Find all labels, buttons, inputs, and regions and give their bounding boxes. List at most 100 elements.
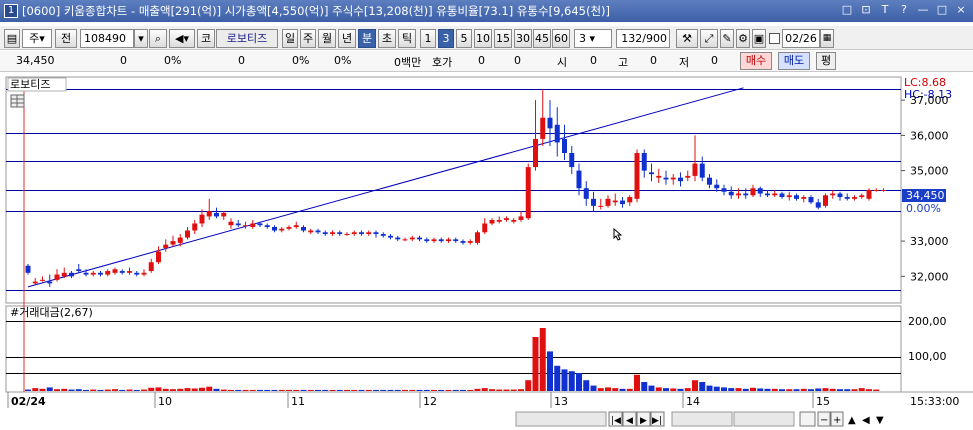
interval-select[interactable]: 3 ▾: [574, 29, 612, 48]
zoom-track[interactable]: [671, 411, 733, 427]
chart-area[interactable]: 로보티즈 #거래대금(2,67) LC:8.68 HC:-8.13 37,000…: [0, 73, 973, 430]
period-month[interactable]: 월: [318, 29, 336, 48]
interval-5[interactable]: 5: [456, 29, 472, 48]
prev-button[interactable]: 전: [55, 29, 77, 48]
interval-3[interactable]: 3: [438, 29, 454, 48]
volume-bar: [54, 389, 60, 391]
date-input[interactable]: 02/26: [782, 29, 820, 48]
period-year[interactable]: 년: [338, 29, 356, 48]
minimize-icon[interactable]: —: [915, 3, 931, 18]
volume-bar: [684, 388, 691, 391]
maximize-icon[interactable]: □: [934, 3, 950, 18]
volume-bar: [431, 389, 437, 391]
candle-body: [576, 170, 582, 189]
volume-bar: [518, 389, 524, 391]
search-icon[interactable]: ⌕: [149, 29, 167, 48]
hoga-value: 0: [478, 54, 485, 67]
volume-bar: [46, 387, 53, 391]
help-icon[interactable]: ?: [896, 3, 912, 18]
volume-bar: [329, 389, 336, 391]
volume-bar: [837, 389, 843, 391]
chart-svg[interactable]: 로보티즈 #거래대금(2,67) LC:8.68 HC:-8.13 37,000…: [0, 73, 973, 430]
candle-body: [504, 218, 509, 220]
restore-icon[interactable]: □: [839, 3, 855, 18]
candle: [866, 188, 872, 201]
candle-body: [475, 232, 480, 243]
volume-bar: [162, 388, 169, 391]
interval-30[interactable]: 30: [514, 29, 532, 48]
x-tick-label: 11: [291, 395, 305, 408]
volume-bar: [155, 387, 162, 391]
volume-bar: [706, 385, 713, 391]
draw-icon[interactable]: ✎: [720, 29, 734, 48]
volume-bar: [554, 365, 561, 391]
volume-bar: [750, 387, 756, 391]
candle-body: [714, 184, 720, 189]
volume-bar: [873, 389, 880, 391]
period-day[interactable]: 일: [282, 29, 298, 48]
sell-button[interactable]: 매도: [778, 52, 810, 70]
close-icon[interactable]: ×: [953, 3, 969, 18]
candle-body: [402, 239, 408, 241]
candle-body: [76, 269, 82, 272]
candle-body: [612, 200, 618, 203]
candle-body: [293, 225, 299, 227]
menu-icon[interactable]: ▤: [4, 29, 20, 48]
interval-1[interactable]: 1: [420, 29, 436, 48]
percent-tag: 0.00%: [906, 202, 941, 215]
volume-bar: [496, 389, 503, 391]
candle-body: [141, 272, 147, 275]
period-tick[interactable]: 틱: [398, 29, 416, 48]
volume-bar: [438, 389, 445, 391]
speaker-icon[interactable]: ◀▾: [169, 29, 195, 48]
zoom-track-2[interactable]: [733, 411, 795, 427]
volume-bar: [626, 388, 633, 391]
volume-label: #거래대금(2,67): [10, 306, 93, 319]
interval-10[interactable]: 10: [474, 29, 492, 48]
volume-bar: [851, 389, 858, 391]
count-input[interactable]: 132/900: [616, 29, 670, 48]
candle-body: [322, 232, 328, 235]
arrow-up-icon: ▲: [848, 415, 856, 426]
stock-code-input[interactable]: 108490: [80, 29, 134, 48]
volume-bar: [112, 389, 118, 391]
code-dropdown-icon[interactable]: ▾: [134, 29, 148, 48]
candle-body: [808, 197, 814, 203]
volume-bar: [68, 389, 75, 391]
calendar-icon[interactable]: ▦: [820, 29, 834, 48]
scroll-track[interactable]: [515, 411, 607, 427]
date-checkbox[interactable]: [769, 33, 780, 44]
zoom-icon[interactable]: ⤢: [700, 29, 718, 48]
market-select[interactable]: 주▾: [22, 29, 52, 48]
volume-bar: [641, 382, 648, 391]
volume-bar: [866, 389, 872, 391]
zoom-fit-button[interactable]: [799, 411, 816, 427]
font-icon[interactable]: T: [877, 3, 893, 18]
buy-button[interactable]: 매수: [740, 52, 772, 70]
chart-name-label: 로보티즈: [10, 78, 50, 91]
settings-icon[interactable]: ⚙: [736, 29, 750, 48]
period-second[interactable]: 초: [378, 29, 396, 48]
volume-bar: [590, 385, 597, 391]
interval-15[interactable]: 15: [494, 29, 512, 48]
print-icon[interactable]: ▣: [752, 29, 766, 48]
y-tick-label: 35,000: [910, 165, 949, 178]
window-number[interactable]: 1: [4, 4, 18, 18]
interval-45[interactable]: 45: [533, 29, 551, 48]
interval-60[interactable]: 60: [552, 29, 570, 48]
volume-bar: [257, 389, 263, 391]
candle-body: [518, 216, 524, 220]
link-icon[interactable]: ⊡: [858, 3, 874, 18]
candle-body: [90, 272, 96, 275]
chart-tools-icon[interactable]: ⚒: [676, 29, 698, 48]
period-minute[interactable]: 분: [358, 29, 376, 48]
candle-body: [678, 177, 683, 182]
candle-body: [562, 138, 567, 153]
change-percent: 0%: [164, 54, 182, 67]
candle-body: [119, 271, 125, 273]
candle-body: [460, 241, 466, 243]
volume-bar: [184, 388, 191, 391]
period-week[interactable]: 주: [300, 29, 316, 48]
avg-button[interactable]: 평: [816, 52, 836, 70]
volume-bar: [409, 389, 416, 391]
